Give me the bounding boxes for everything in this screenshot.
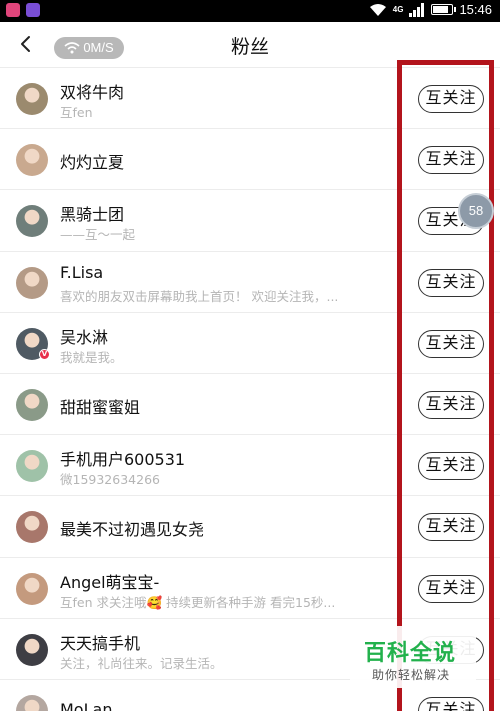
- avatar[interactable]: [16, 450, 48, 483]
- avatar[interactable]: [16, 572, 48, 605]
- fan-bio: 互fen 求关注哦🥰 持续更新各种手游 看完15秒...: [60, 594, 336, 610]
- mutual-follow-label: 互关注: [425, 332, 477, 352]
- network-type: 4G: [392, 4, 404, 14]
- fan-row[interactable]: 双将牛肉互fen 互关注: [0, 68, 500, 130]
- status-notifications: [6, 3, 40, 17]
- fans-list: 双将牛肉 互fen 互关注 灼灼立夏 互关注 黑骑士团 ——互～一起 互关注 F.Lisa 喜欢的…: [0, 68, 500, 711]
- fan-row[interactable]: 最美不过初遇见女尧 互关注: [0, 496, 500, 558]
- fan-row[interactable]: F.Lisa 喜欢的朋友双击屏幕助我上首页！ 欢迎关注我，... 互关注: [0, 251, 500, 313]
- battery-icon: [431, 4, 457, 15]
- fan-name[interactable]: F.Lisa: [60, 263, 103, 282]
- avatar[interactable]: [16, 694, 48, 711]
- mutual-follow-button[interactable]: 互关注: [418, 452, 484, 481]
- header: 0M/S 粉丝: [0, 22, 500, 68]
- avatar[interactable]: [16, 266, 48, 299]
- mutual-follow-button[interactable]: 互关注: [418, 268, 484, 297]
- fan-name[interactable]: 吴水淋: [60, 324, 108, 348]
- watermark-subtitle: 助你轻松解决: [372, 668, 451, 682]
- watermark-title: 百科全说: [364, 641, 457, 666]
- avatar[interactable]: [16, 205, 48, 238]
- mutual-follow-label: 互关注: [425, 577, 477, 597]
- status-indicators: 4G 15:46: [369, 2, 492, 17]
- fan-bio: 我就是我。: [60, 349, 123, 365]
- fan-name[interactable]: Angel萌宝宝-: [60, 569, 159, 593]
- notification-app-icon: [26, 3, 40, 17]
- fan-row[interactable]: V 吴水淋 我就是我。 互关注: [0, 312, 500, 374]
- wifi-icon: [369, 3, 386, 16]
- mutual-follow-label: 互关注: [425, 149, 477, 169]
- mutual-follow-label: 互关注: [425, 516, 477, 536]
- verified-badge-icon: V: [39, 348, 50, 360]
- signal-icon: [409, 2, 425, 17]
- status-time: 15:46: [459, 2, 492, 17]
- fan-name[interactable]: 最美不过初遇见女尧: [60, 516, 204, 540]
- fan-bio: 互fen: [60, 105, 93, 120]
- avatar[interactable]: [16, 83, 48, 115]
- fan-row[interactable]: 手机用户600531 微15932634266 互关注: [0, 435, 500, 497]
- mutual-follow-button[interactable]: 互关注: [418, 696, 484, 711]
- mutual-follow-button[interactable]: 互关注: [418, 85, 484, 113]
- avatar[interactable]: [16, 511, 48, 544]
- mutual-follow-label: 互关注: [425, 271, 477, 291]
- fan-row[interactable]: Angel萌宝宝- 互fen 求关注哦🥰 持续更新各种手游 看完15秒... 互关注: [0, 557, 500, 619]
- fan-bio: ——互～一起: [60, 227, 136, 243]
- battery-level: [433, 6, 448, 13]
- notification-heart-icon: [6, 3, 20, 17]
- mutual-follow-label: 互关注: [425, 455, 477, 475]
- fan-row[interactable]: 灼灼立夏 互关注: [0, 129, 500, 191]
- mutual-follow-button[interactable]: 互关注: [418, 513, 484, 542]
- fan-name[interactable]: 甜甜蜜蜜姐: [60, 394, 140, 418]
- fan-bio: 关注，礼尚往来。记录生活。: [60, 655, 223, 671]
- mutual-follow-button[interactable]: 互关注: [418, 329, 484, 358]
- page-title: 粉丝: [230, 36, 269, 58]
- avatar[interactable]: [16, 388, 48, 421]
- status-bar: 4G 15:46: [0, 0, 500, 22]
- watermark: 百科全说 助你轻松解决: [350, 626, 476, 688]
- mutual-follow-label: 互关注: [425, 393, 477, 413]
- avatar[interactable]: [16, 633, 48, 666]
- mutual-follow-button[interactable]: 互关注: [418, 390, 484, 419]
- mutual-follow-label: 互关注: [425, 699, 477, 711]
- fan-name[interactable]: 黑骑士团: [60, 201, 124, 225]
- fan-name[interactable]: 双将牛肉: [60, 79, 124, 103]
- fan-name[interactable]: 灼灼立夏: [60, 149, 124, 173]
- floating-assistant-bubble[interactable]: 58: [458, 193, 494, 229]
- fan-bio: 喜欢的朋友双击屏幕助我上首页！ 欢迎关注我，...: [60, 288, 339, 304]
- fan-name[interactable]: 手机用户600531: [60, 446, 185, 470]
- fan-row[interactable]: 黑骑士团 ——互～一起 互关注: [0, 190, 500, 252]
- fan-row[interactable]: 甜甜蜜蜜姐 互关注: [0, 373, 500, 436]
- fan-bio: 微15932634266: [60, 472, 160, 488]
- mutual-follow-button[interactable]: 互关注: [418, 146, 484, 175]
- mutual-follow-button[interactable]: 互关注: [418, 574, 484, 603]
- fan-name[interactable]: 天天搞手机: [60, 630, 140, 654]
- fan-name[interactable]: MoLan: [60, 700, 112, 711]
- mutual-follow-label: 互关注: [425, 88, 477, 107]
- avatar[interactable]: [16, 144, 48, 177]
